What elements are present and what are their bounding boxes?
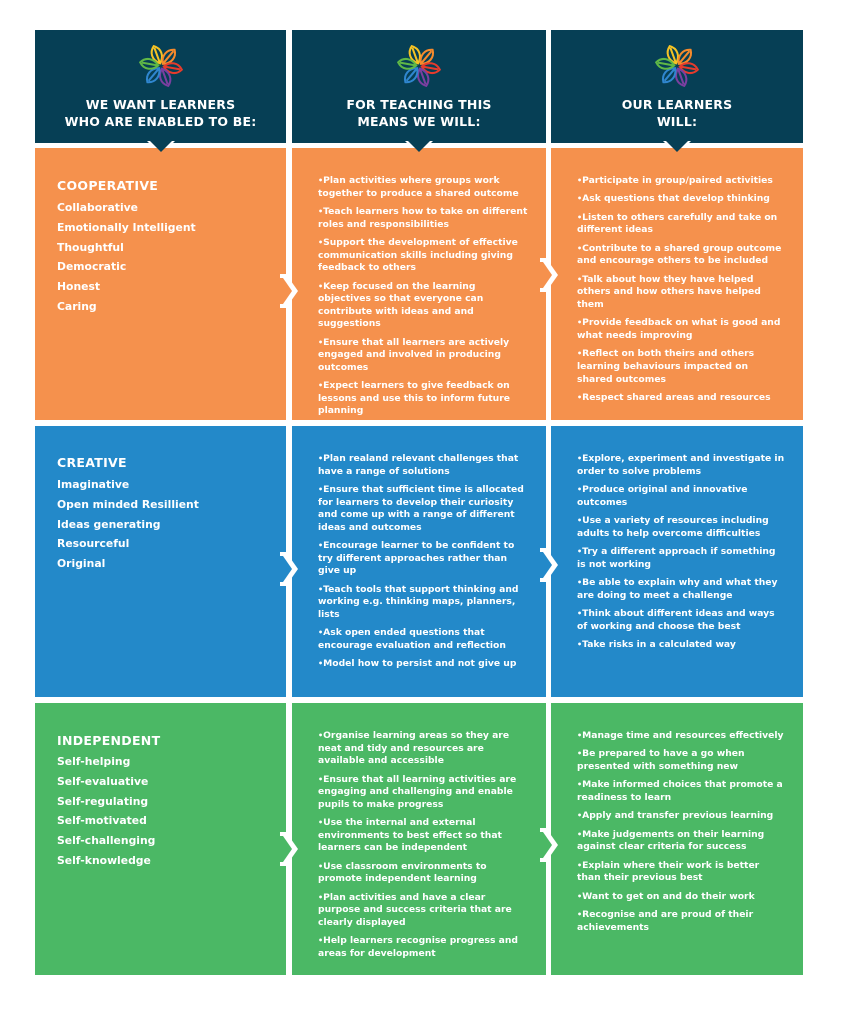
learners-list: Explore, experiment and investigate in o… xyxy=(577,453,785,657)
list-item: Want to get on and do their work xyxy=(577,891,785,904)
list-item: Be able to explain why and what they are… xyxy=(577,577,785,602)
list-item: Self-knowledge xyxy=(57,853,151,867)
list-item: Ensure that all learners are actively en… xyxy=(318,337,528,375)
list-item: Teach learners how to take on different … xyxy=(318,206,528,231)
right-arrow-connector-icon xyxy=(540,258,558,292)
list-item: Plan activities where groups work togeth… xyxy=(318,175,528,200)
list-item: Think about different ideas and ways of … xyxy=(577,608,785,633)
list-item: Reflect on both theirs and others learni… xyxy=(577,348,785,386)
list-item: Explore, experiment and investigate in o… xyxy=(577,453,785,478)
list-item: Emotionally Intelligent xyxy=(57,220,196,234)
right-arrow-connector-icon xyxy=(280,552,298,586)
independent-learners-cell: Manage time and resources effectively Be … xyxy=(551,703,803,975)
teaching-list: Organise learning areas so they are neat… xyxy=(318,730,528,966)
list-item: Make informed choices that promote a rea… xyxy=(577,779,785,804)
list-item: Apply and transfer previous learning xyxy=(577,810,785,823)
teaching-list: Plan activities where groups work togeth… xyxy=(318,175,528,424)
header-learners-will: OUR LEARNERS WILL: xyxy=(551,30,803,155)
list-item: Produce original and innovative outcomes xyxy=(577,484,785,509)
list-item: Ideas generating xyxy=(57,517,161,531)
list-item: Model how to persist and not give up xyxy=(318,658,528,671)
list-item: Ask open ended questions that encourage … xyxy=(318,627,528,652)
list-item: Contribute to a shared group outcome and… xyxy=(577,243,785,268)
quality-title: INDEPENDENT xyxy=(57,733,161,748)
leaf-wreath-logo-icon xyxy=(138,44,183,88)
list-item: Support the development of effective com… xyxy=(318,237,528,275)
creative-qualities-cell: CREATIVE Imaginative Open minded Resillie… xyxy=(35,426,286,697)
right-arrow-connector-icon xyxy=(280,274,298,308)
list-item: Try a different approach if something is… xyxy=(577,546,785,571)
list-item: Resourceful xyxy=(57,537,130,551)
list-item: Listen to others carefully and take on d… xyxy=(577,212,785,237)
list-item: Collaborative xyxy=(57,201,139,214)
list-item: Respect shared areas and resources xyxy=(577,392,785,405)
list-item: Provide feedback on what is good and wha… xyxy=(577,317,785,342)
trait-list: Collaborative Emotionally Intelligent Thou… xyxy=(57,198,196,317)
list-item: Encourage learner to be confident to try… xyxy=(318,540,528,578)
header-title: OUR LEARNERS WILL: xyxy=(621,97,733,129)
list-item: Self-helping xyxy=(57,755,131,768)
list-item: Participate in group/paired activities xyxy=(577,175,785,188)
list-item: Plan realand relevant challenges that ha… xyxy=(318,453,528,478)
creative-learners-cell: Explore, experiment and investigate in o… xyxy=(551,426,803,697)
independent-teaching-cell: Organise learning areas so they are neat… xyxy=(292,703,546,975)
list-item: Keep focused on the learning objectives … xyxy=(318,281,528,331)
list-item: Honest xyxy=(57,280,101,294)
right-arrow-connector-icon xyxy=(280,832,298,866)
list-item: Be prepared to have a go when presented … xyxy=(577,748,785,773)
list-item: Self-regulating xyxy=(57,794,149,808)
list-item: Democratic xyxy=(57,260,127,274)
list-item: Expect learners to give feedback on less… xyxy=(318,380,528,418)
list-item: Ensure that sufficient time is allocated… xyxy=(318,484,528,534)
list-item: Teach tools that support thinking and wo… xyxy=(318,584,528,622)
list-item: Caring xyxy=(57,299,97,313)
list-item: Make judgements on their learning agains… xyxy=(577,829,785,854)
list-item: Manage time and resources effectively xyxy=(577,730,785,743)
learners-list: Participate in group/paired activities As… xyxy=(577,175,785,410)
cooperative-teaching-cell: Plan activities where groups work togeth… xyxy=(292,148,546,420)
list-item: Talk about how they have helped others a… xyxy=(577,274,785,312)
list-item: Ensure that all learning activities are … xyxy=(318,774,528,812)
list-item: Recognise and are proud of their achieve… xyxy=(577,909,785,934)
list-item: Self-motivated xyxy=(57,814,147,828)
header-title: FOR TEACHING THIS MEANS WE WILL: xyxy=(346,97,492,129)
list-item: Help learners recognise progress and are… xyxy=(318,935,528,960)
quality-title: COOPERATIVE xyxy=(57,178,159,193)
quality-title: CREATIVE xyxy=(57,455,127,470)
list-item: Open minded Resillient xyxy=(57,497,199,511)
creative-teaching-cell: Plan realand relevant challenges that ha… xyxy=(292,426,546,697)
list-item: Ask questions that develop thinking xyxy=(577,193,785,206)
teaching-list: Plan realand relevant challenges that ha… xyxy=(318,453,528,677)
list-item: Use classroom environments to promote in… xyxy=(318,861,528,886)
leaf-wreath-logo-icon xyxy=(654,44,700,88)
cooperative-learners-cell: Participate in group/paired activities As… xyxy=(551,148,803,420)
list-item: Self-challenging xyxy=(57,834,156,848)
right-arrow-connector-icon xyxy=(540,548,558,582)
list-item: Self-evaluative xyxy=(57,774,149,788)
list-item: Take risks in a calculated way xyxy=(577,639,785,652)
list-item: Use a variety of resources including adu… xyxy=(577,515,785,540)
header-enabled-to-be: WE WANT LEARNERS WHO ARE ENABLED TO BE: xyxy=(35,30,286,155)
list-item: Imaginative xyxy=(57,478,130,491)
trait-list: Imaginative Open minded Resillient Ideas g… xyxy=(57,475,199,574)
list-item: Thoughtful xyxy=(57,240,124,254)
list-item: Original xyxy=(57,557,106,571)
learners-list: Manage time and resources effectively Be … xyxy=(577,730,785,940)
list-item: Use the internal and external environmen… xyxy=(318,817,528,855)
header-title: WE WANT LEARNERS WHO ARE ENABLED TO BE: xyxy=(64,97,257,129)
independent-qualities-cell: INDEPENDENT Self-helping Self-evaluative S… xyxy=(35,703,286,975)
trait-list: Self-helping Self-evaluative Self-regulati… xyxy=(57,752,155,871)
header-teaching-means: FOR TEACHING THIS MEANS WE WILL: xyxy=(292,30,546,155)
list-item: Explain where their work is better than … xyxy=(577,860,785,885)
cooperative-qualities-cell: COOPERATIVE Collaborative Emotionally Int… xyxy=(35,148,286,420)
list-item: Plan activities and have a clear purpose… xyxy=(318,892,528,930)
list-item: Organise learning areas so they are neat… xyxy=(318,730,528,768)
leaf-wreath-logo-icon xyxy=(396,44,442,88)
right-arrow-connector-icon xyxy=(540,828,558,862)
